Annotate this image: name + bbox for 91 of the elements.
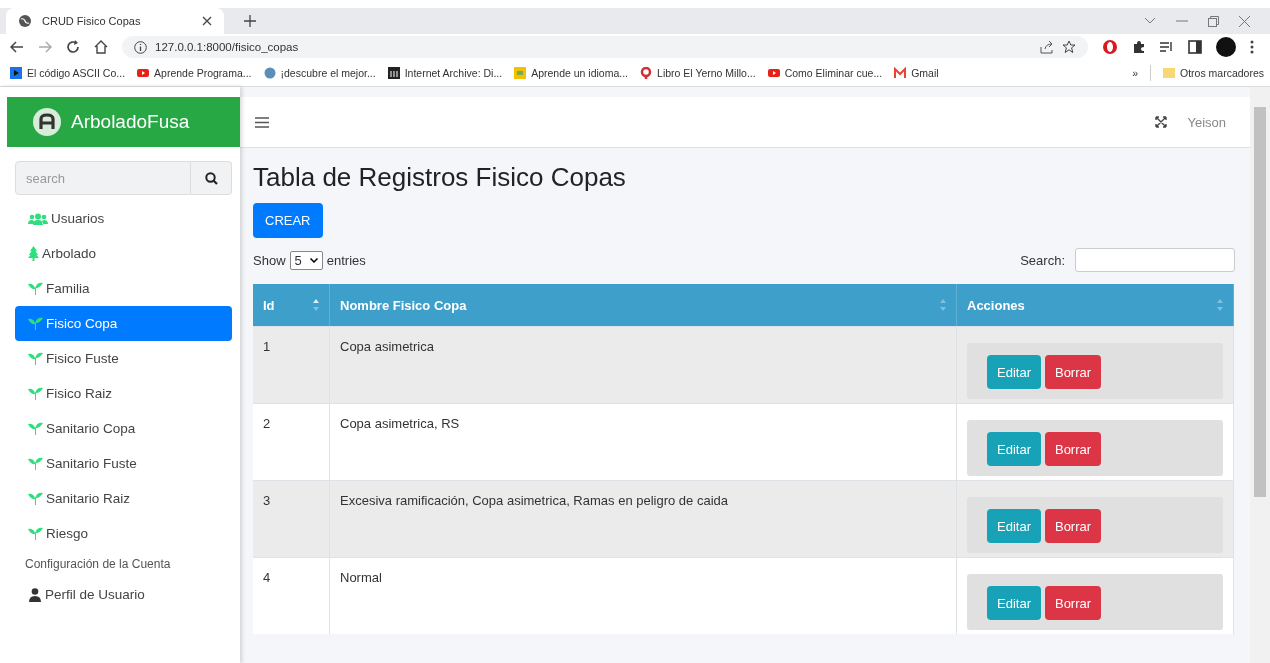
table-cell: 3	[263, 493, 271, 508]
info-icon	[134, 40, 147, 54]
bookmark-icon	[767, 67, 780, 79]
more-bookmarks-button[interactable]: »	[1132, 67, 1138, 79]
star-icon[interactable]	[1062, 40, 1076, 54]
user-name[interactable]: Yeison	[1187, 114, 1226, 130]
reload-icon[interactable]	[66, 40, 80, 54]
delete-button[interactable]: Borrar	[1044, 355, 1102, 389]
puzzle-icon[interactable]	[1132, 40, 1146, 54]
table-cell: Copa asimetrica	[340, 339, 434, 354]
table-cell: 4	[263, 570, 271, 585]
table-cell: Copa asimetrica, RS	[340, 416, 460, 431]
table-cell: 1	[263, 339, 271, 354]
delete-button[interactable]: Borrar	[1044, 432, 1102, 466]
show-label: Show	[253, 252, 286, 268]
sidebar-item[interactable]: Fisico Raiz	[15, 376, 232, 411]
search-label: Search:	[1020, 252, 1065, 268]
tab-title: CRUD Fisico Copas	[42, 15, 141, 27]
table-cell: 2	[263, 416, 271, 431]
delete-button[interactable]: Borrar	[1044, 586, 1102, 620]
entries-label: entries	[326, 252, 366, 268]
scrollbar[interactable]	[1250, 87, 1270, 663]
home-icon[interactable]	[94, 40, 108, 54]
sidebar-item[interactable]: Sanitario Copa	[15, 411, 232, 446]
bookmark[interactable]: Aprende un idioma...	[514, 67, 629, 79]
bookmark-icon	[894, 67, 907, 79]
address-bar[interactable]: 127.0.0.1:8000/fisico_copas	[122, 36, 1088, 58]
avatar-icon[interactable]	[1216, 37, 1236, 57]
page-title: Tabla de Registros Fisico Copas	[253, 162, 627, 193]
chevron-down-icon	[309, 257, 318, 263]
bookmark-icon	[640, 67, 653, 79]
close-icon[interactable]	[202, 16, 212, 26]
delete-button[interactable]: Borrar	[1044, 509, 1102, 543]
create-button[interactable]: CREAR	[253, 203, 323, 238]
table-cell: Excesiva ramificación, Copa asimetrica, Ramas en peligro de caida	[340, 493, 728, 508]
bookmark[interactable]: Aprende Programa...	[137, 67, 252, 79]
folder-icon	[1162, 67, 1175, 79]
plus-icon[interactable]	[244, 15, 256, 27]
bookmark[interactable]: Como Eliminar cue...	[767, 67, 883, 79]
bookmark[interactable]: Gmail	[894, 67, 939, 79]
bookmark-icon	[137, 67, 150, 79]
playlist-icon[interactable]	[1160, 41, 1174, 53]
sidebar-item[interactable]: Usuarios	[15, 201, 232, 236]
bookmark[interactable]: ¡descubre el mejor...	[263, 67, 376, 79]
bookmark-icon	[514, 67, 527, 79]
url-text: 127.0.0.1:8000/fisico_copas	[155, 41, 299, 53]
sidebar-item[interactable]: Perfil de Usuario	[15, 577, 232, 612]
share-icon[interactable]	[1040, 40, 1054, 54]
brand-name: ArboladoFusa	[71, 111, 190, 133]
logo-icon	[33, 108, 61, 136]
bookmark[interactable]: Internet Archive: Di...	[387, 67, 503, 79]
sprout-icon	[28, 352, 43, 365]
fullscreen-icon[interactable]	[1155, 116, 1168, 128]
browser-tab[interactable]: CRUD Fisico Copas	[6, 8, 224, 34]
bookmark-icon	[387, 67, 400, 79]
sprout-icon	[28, 282, 43, 295]
sprout-icon	[28, 387, 43, 400]
globe-icon	[18, 14, 32, 28]
search-button[interactable]	[191, 161, 232, 195]
kebab-menu-icon[interactable]	[1250, 40, 1254, 54]
sidebar-item[interactable]: Arbolado	[15, 236, 232, 271]
side-panel-icon[interactable]	[1188, 40, 1202, 54]
search-icon	[204, 171, 218, 185]
sprout-icon	[28, 317, 43, 330]
table-search-field[interactable]	[1075, 248, 1235, 272]
sidebar-item[interactable]: Fisico Fuste	[15, 341, 232, 376]
bookmark[interactable]: Libro El Yerno Millo...	[640, 67, 756, 79]
sidebar-item[interactable]: Sanitario Fuste	[15, 446, 232, 481]
sidebar-item[interactable]: Sanitario Raiz	[15, 481, 232, 516]
person-icon	[28, 587, 42, 602]
sprout-icon	[28, 492, 43, 505]
bookmark-icon	[263, 67, 276, 79]
sidebar-item[interactable]: Familia	[15, 271, 232, 306]
restore-icon[interactable]	[1208, 15, 1219, 27]
back-arrow-icon[interactable]	[10, 41, 24, 53]
section-header: Configuración de la Cuenta	[25, 557, 172, 571]
table-cell: Normal	[340, 570, 382, 585]
sprout-icon	[28, 457, 43, 470]
bookmark-folder[interactable]: Otros marcadores	[1162, 67, 1264, 79]
sidebar-search-field[interactable]: search	[15, 161, 191, 195]
sprout-icon	[28, 527, 43, 540]
sprout-icon	[28, 422, 43, 435]
menu-icon[interactable]	[255, 116, 269, 128]
sidebar-item[interactable]: Fisico Copa	[15, 306, 232, 341]
sidebar-item[interactable]: Riesgo	[15, 516, 232, 551]
users-icon	[28, 212, 48, 225]
bookmark[interactable]: El código ASCII Co...	[10, 67, 126, 79]
tree-icon	[28, 246, 39, 261]
entries-select[interactable]: 5	[289, 250, 323, 270]
chevron-down-icon[interactable]	[1144, 17, 1156, 25]
bookmark-icon	[10, 67, 22, 79]
